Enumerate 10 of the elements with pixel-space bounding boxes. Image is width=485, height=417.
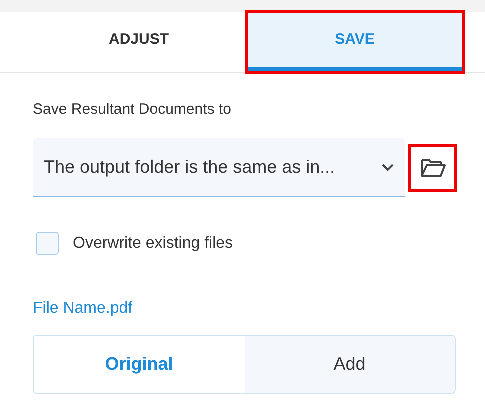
section-label: Save Resultant Documents to <box>33 101 232 120</box>
checkbox-label: Overwrite existing files <box>73 234 234 252</box>
file-name-link[interactable]: File Name.pdf <box>33 300 133 318</box>
checkbox[interactable] <box>36 232 59 255</box>
folder-icon <box>420 156 446 178</box>
folder-dropdown[interactable]: The output folder is the same as in... <box>33 138 406 197</box>
segment-button[interactable]: Add <box>244 336 455 393</box>
browse-folder-button[interactable] <box>408 144 457 192</box>
tab[interactable]: ADJUST <box>31 12 247 72</box>
chevron-down-icon <box>381 162 396 172</box>
